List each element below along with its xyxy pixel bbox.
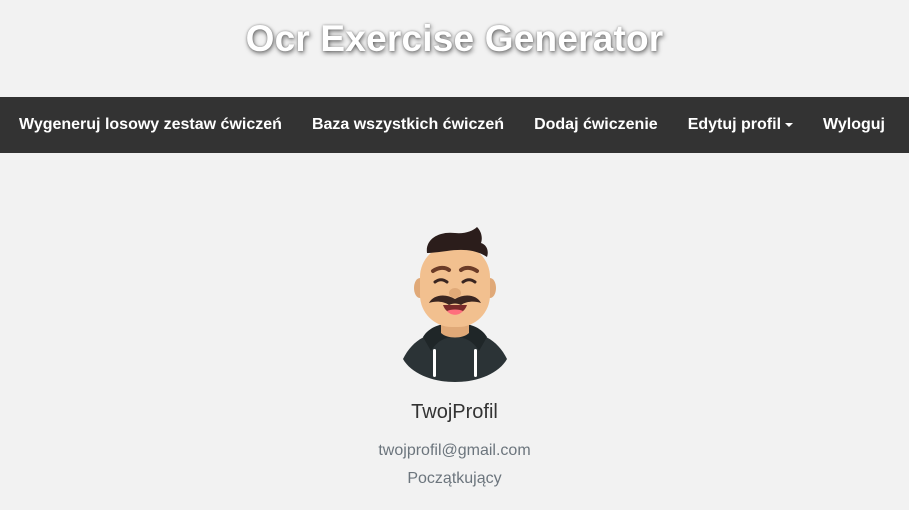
nav-exercise-database[interactable]: Baza wszystkich ćwiczeń — [312, 116, 504, 134]
avatar-icon — [402, 227, 507, 382]
nav-add-exercise[interactable]: Dodaj ćwiczenie — [534, 116, 658, 134]
site-header: Ocr Exercise Generator — [0, 0, 909, 97]
site-title: Ocr Exercise Generator — [245, 17, 664, 59]
profile-card: TwojProfil twojprofil@gmail.com Początku… — [0, 153, 909, 488]
main-navbar: Wygeneruj losowy zestaw ćwiczeń Baza wsz… — [0, 97, 909, 153]
profile-email: twojprofil@gmail.com — [378, 442, 531, 459]
profile-level: Początkujący — [407, 470, 502, 487]
nav-edit-profile-label: Edytuj profil — [687, 116, 782, 133]
nav-generate-random-set[interactable]: Wygeneruj losowy zestaw ćwiczeń — [19, 116, 282, 134]
profile-name: TwojProfil — [411, 401, 498, 423]
nav-logout[interactable]: Wyloguj — [823, 116, 885, 134]
nav-edit-profile-dropdown[interactable]: Edytuj profil — [687, 116, 794, 134]
caret-down-icon — [785, 123, 794, 127]
